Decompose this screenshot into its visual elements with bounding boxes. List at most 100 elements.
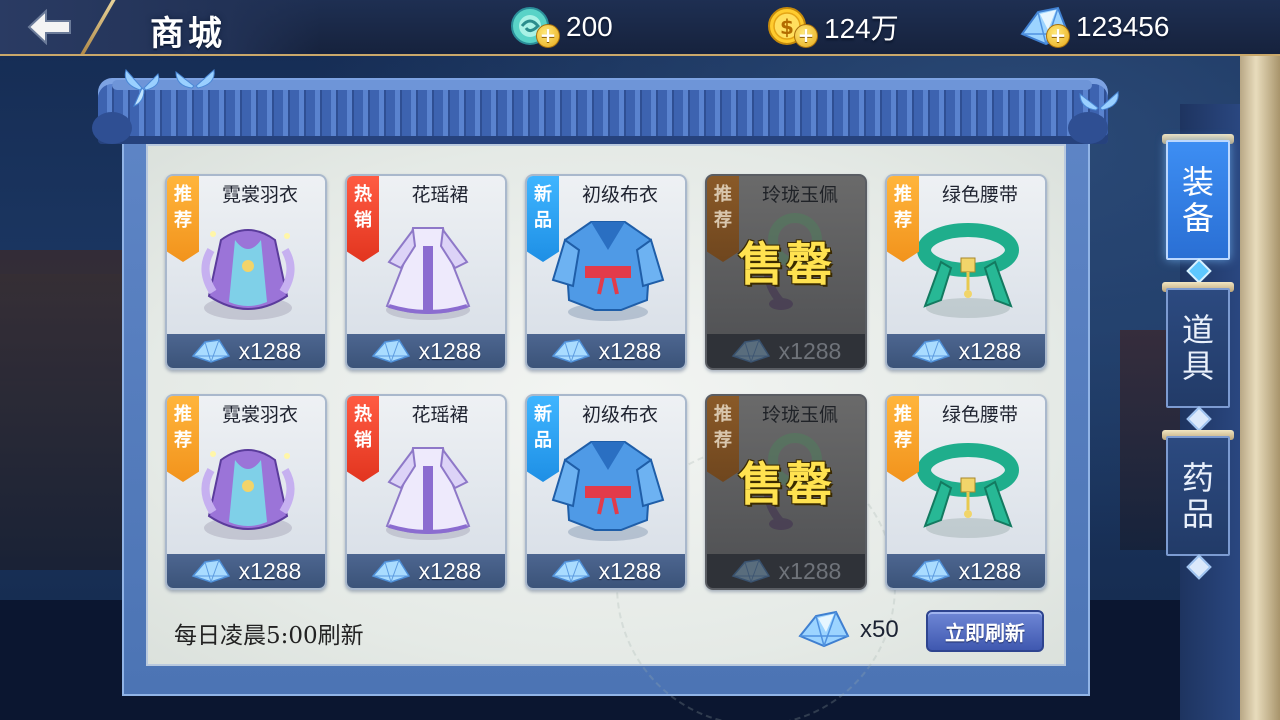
tab-medicine-label-1: 药 [1181,459,1214,497]
item-price-bar: x1288 [527,334,685,368]
diamond-icon [191,559,230,583]
tab-equipment-label-2: 备 [1181,199,1214,237]
roof-ridge [112,80,1092,90]
item-tag-char: 荐 [174,430,192,451]
shop-item-card: 推荐玲珑玉佩 x1288 售罄 [705,174,867,370]
item-price: x1288 [958,557,1022,584]
item-tag-char: 荐 [894,430,912,451]
jade-amount: 200 [566,11,613,42]
white-dress-icon [371,430,485,546]
shop-item-card[interactable]: 热销花瑶裙 x1288 [345,174,507,370]
tab-equipment-label-1: 装 [1181,163,1214,201]
shop-item-card[interactable]: 推荐霓裳羽衣 x1288 [165,174,327,370]
back-arrow-icon [27,9,71,45]
item-price-bar: x1288 [707,334,865,368]
refresh-info-text: 每日凌晨5:00刷新 [174,623,364,649]
tab-props-label-2: 具 [1181,347,1214,385]
item-tag-char: 品 [534,430,552,451]
item-tag-char: 销 [354,210,372,231]
item-price-bar: x1288 [167,334,325,368]
page-title: 商城 [150,14,226,54]
refresh-now-button[interactable]: 立即刷新 [926,610,1044,652]
shop-item-card[interactable]: 新品初级布衣 x1288 [525,394,687,590]
currency-gold[interactable]: $ + 124万 [766,4,899,50]
roof-eave-left [92,112,132,144]
item-name: 玲珑玉佩 [761,404,838,426]
item-tag-char: 品 [534,210,552,231]
purple-robe-icon [191,210,305,326]
item-price: x1288 [238,337,302,364]
item-name: 绿色腰带 [941,404,1018,426]
tab-props-label-1: 道 [1181,311,1214,349]
tab-medicine[interactable]: 药 品 [1166,436,1230,556]
item-tag-char: 荐 [174,210,192,231]
item-price-bar: x1288 [347,334,505,368]
item-price-bar: x1288 [347,554,505,588]
diamond-icon [371,559,410,583]
diamond-icon: + [1018,4,1072,50]
plus-icon[interactable]: + [794,24,818,48]
item-name: 初级布衣 [581,404,658,426]
item-price: x1288 [418,337,482,364]
plus-icon[interactable]: + [536,24,560,48]
item-tag-char: 销 [354,430,372,451]
blue-robe-icon [551,430,665,546]
item-name: 花瑶裙 [411,184,469,206]
blue-robe-icon [551,210,665,326]
item-name: 霓裳羽衣 [221,184,298,206]
item-price-bar: x1288 [887,334,1045,368]
item-price: x1288 [598,337,662,364]
gold-amount: 124万 [824,13,899,44]
item-name: 绿色腰带 [941,184,1018,206]
shop-item-card[interactable]: 推荐霓裳羽衣 x1288 [165,394,327,590]
item-price-bar: x1288 [707,554,865,588]
item-price: x1288 [778,557,842,584]
purple-robe-icon [191,430,305,546]
diamond-icon [371,339,410,363]
refresh-cost: x50 [796,610,899,650]
sold-out-stamp: 售罄 [738,457,834,511]
diamond-icon [911,559,950,583]
shop-item-card[interactable]: 推荐绿色腰带 x1288 [885,174,1047,370]
butterfly-icon [124,68,160,107]
diamond-amount: 123456 [1076,11,1170,42]
currency-diamond[interactable]: + 123456 [1018,4,1169,50]
green-belt-icon [911,430,1025,546]
plus-icon[interactable]: + [1046,24,1070,48]
tab-medicine-label-2: 品 [1181,495,1214,533]
diamond-icon [191,339,230,363]
diamond-icon [798,610,850,648]
refresh-cost-value: x50 [860,616,899,643]
butterfly-icon [1079,91,1119,111]
background-building-left [0,270,140,570]
gold-coin-icon: $ + [766,4,820,50]
item-name: 霓裳羽衣 [221,404,298,426]
diamond-icon [551,559,590,583]
diamond-icon [911,339,950,363]
currency-jade[interactable]: + 200 [508,4,613,50]
tab-props[interactable]: 道 具 [1166,288,1230,408]
back-button[interactable] [22,6,78,48]
item-price: x1288 [238,557,302,584]
white-dress-icon [371,210,485,326]
item-name: 花瑶裙 [411,404,469,426]
item-price: x1288 [598,557,662,584]
svg-text:$: $ [780,15,794,39]
shop-item-card[interactable]: 热销花瑶裙 x1288 [345,394,507,590]
diamond-icon [551,339,590,363]
sold-out-stamp: 售罄 [738,237,834,291]
item-price: x1288 [418,557,482,584]
item-price-bar: x1288 [167,554,325,588]
diamond-icon [731,339,770,363]
shop-item-card: 推荐玲珑玉佩 x1288 售罄 [705,394,867,590]
top-bar: 商城 + 200 $ + 124万 + 123456 [0,0,1280,56]
shop-item-card[interactable]: 推荐绿色腰带 x1288 [885,394,1047,590]
butterfly-icon [175,69,215,89]
jade-orb-icon: + [508,4,562,50]
diamond-icon [731,559,770,583]
item-tag-char: 荐 [894,210,912,231]
tab-equipment[interactable]: 装 备 [1166,140,1230,260]
item-name: 玲珑玉佩 [761,184,838,206]
shop-item-card[interactable]: 新品初级布衣 x1288 [525,174,687,370]
item-price-bar: x1288 [887,554,1045,588]
